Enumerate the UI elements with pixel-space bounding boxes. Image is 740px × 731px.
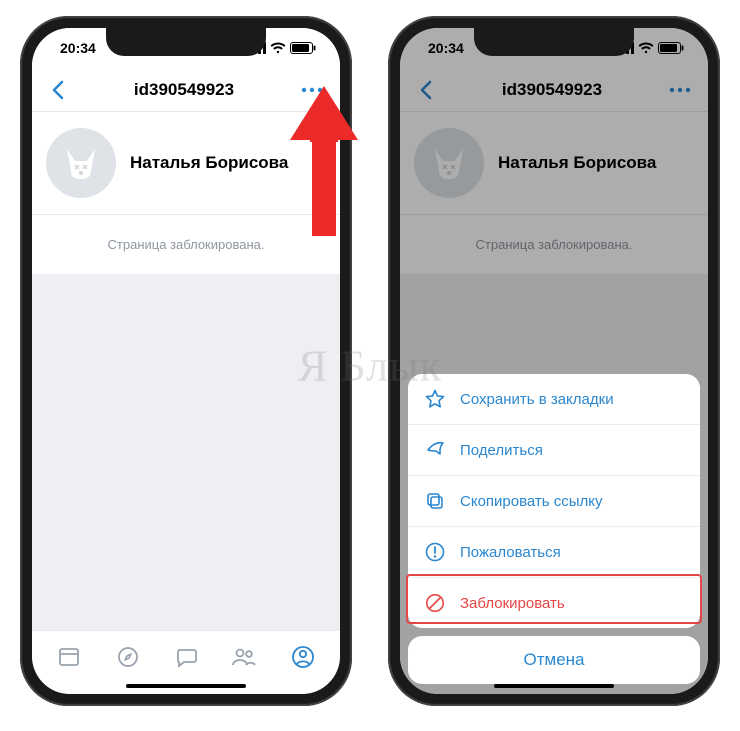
notch <box>106 28 266 56</box>
blocked-message: Страница заблокирована. <box>32 214 340 274</box>
status-time: 20:34 <box>60 40 96 56</box>
home-indicator <box>126 684 246 688</box>
sheet-item-label: Пожаловаться <box>460 544 561 561</box>
nav-bar: id390549923 <box>32 68 340 112</box>
share-icon <box>424 439 446 461</box>
tab-feed[interactable] <box>47 641 91 673</box>
tab-discover[interactable] <box>106 641 150 673</box>
more-button[interactable] <box>298 78 326 102</box>
phone-frame-right: 20:34 id390549923 <box>388 16 720 706</box>
avatar <box>46 128 116 198</box>
notch <box>474 28 634 56</box>
copy-icon <box>424 490 446 512</box>
content-area <box>32 274 340 630</box>
alert-icon <box>424 541 446 563</box>
sheet-item-block[interactable]: Заблокировать <box>408 578 700 628</box>
battery-icon <box>290 42 316 54</box>
sheet-item-bookmark[interactable]: Сохранить в закладки <box>408 374 700 425</box>
sheet-item-label: Поделиться <box>460 442 543 459</box>
tab-profile[interactable] <box>281 641 325 673</box>
tab-messages[interactable] <box>164 641 208 673</box>
action-sheet: Сохранить в закладки Поделиться Скопиров… <box>408 374 700 684</box>
sheet-item-share[interactable]: Поделиться <box>408 425 700 476</box>
sheet-item-report[interactable]: Пожаловаться <box>408 527 700 578</box>
profile-name: Наталья Борисова <box>130 153 288 173</box>
sheet-item-label: Сохранить в закладки <box>460 391 614 408</box>
block-icon <box>424 592 446 614</box>
wifi-icon <box>270 42 286 54</box>
sheet-item-label: Скопировать ссылку <box>460 493 603 510</box>
page-title: id390549923 <box>134 80 234 100</box>
sheet-cancel-button[interactable]: Отмена <box>408 636 700 684</box>
tab-friends[interactable] <box>222 641 266 673</box>
sheet-item-copy-link[interactable]: Скопировать ссылку <box>408 476 700 527</box>
phone-frame-left: 20:34 id390549923 <box>20 16 352 706</box>
profile-card: Наталья Борисова <box>32 112 340 214</box>
back-button[interactable] <box>46 78 70 102</box>
sheet-item-label: Заблокировать <box>460 595 565 612</box>
star-icon <box>424 388 446 410</box>
